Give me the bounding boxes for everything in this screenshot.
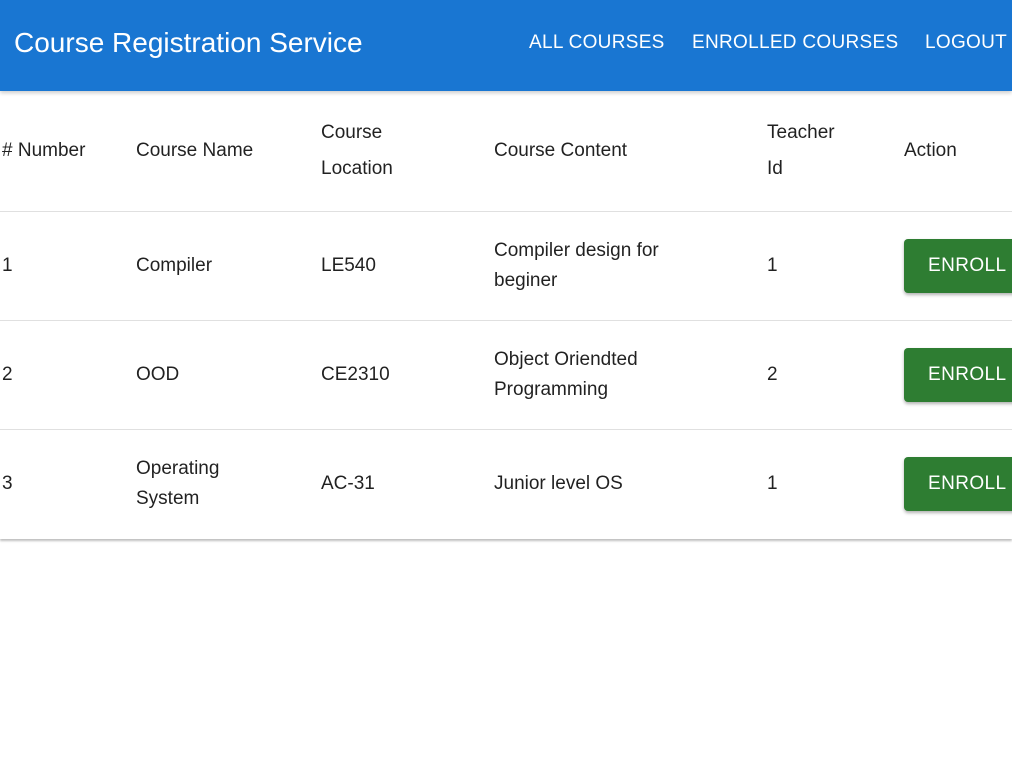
header-number: # Number bbox=[2, 140, 86, 161]
header-course-location: Course Location bbox=[321, 122, 393, 179]
nav-all-courses[interactable]: ALL COURSES bbox=[529, 31, 665, 55]
table-header-row: # Number Course Name Course Location Cou… bbox=[0, 91, 1012, 212]
enroll-button[interactable]: ENROLL bbox=[904, 239, 1012, 293]
cell-course-name: Operating System bbox=[136, 458, 220, 509]
cell-course-name: Compiler bbox=[136, 255, 213, 276]
cell-course-location: AC-31 bbox=[321, 473, 375, 494]
cell-action: ENROLL bbox=[904, 212, 1012, 320]
cell-action: ENROLL bbox=[904, 321, 1012, 429]
cell-course-location: CE2310 bbox=[321, 364, 390, 385]
cell-teacher-id: 1 bbox=[767, 255, 778, 276]
cell-number: 3 bbox=[2, 473, 13, 494]
cell-course-name: OOD bbox=[136, 364, 180, 385]
cell-course-location: LE540 bbox=[321, 255, 376, 276]
table-row: 3 Operating System AC-31 Junior level OS… bbox=[0, 430, 1012, 538]
header-course-content: Course Content bbox=[494, 140, 628, 161]
table-row: 2 OOD CE2310 Object Oriendted Programmin… bbox=[0, 321, 1012, 430]
app-title: Course Registration Service bbox=[14, 27, 363, 58]
nav-enrolled-courses[interactable]: ENROLLED COURSES bbox=[692, 31, 898, 55]
cell-course-content: Compiler design for beginer bbox=[494, 240, 659, 291]
header-course-name: Course Name bbox=[136, 140, 254, 161]
cell-teacher-id: 2 bbox=[767, 364, 778, 385]
enroll-button[interactable]: ENROLL bbox=[904, 457, 1012, 511]
courses-table: # Number Course Name Course Location Cou… bbox=[0, 91, 1012, 539]
cell-action: ENROLL bbox=[904, 430, 1012, 538]
enroll-button[interactable]: ENROLL bbox=[904, 348, 1012, 402]
nav-logout[interactable]: LOGOUT bbox=[925, 31, 1007, 55]
header-action: Action bbox=[904, 140, 957, 161]
cell-teacher-id: 1 bbox=[767, 473, 778, 494]
app-bar: Course Registration Service ALL COURSES … bbox=[0, 0, 1012, 91]
cell-number: 2 bbox=[2, 364, 13, 385]
cell-course-content: Junior level OS bbox=[494, 473, 623, 494]
cell-number: 1 bbox=[2, 255, 13, 276]
header-teacher-id: Teacher Id bbox=[767, 122, 835, 179]
cell-course-content: Object Oriendted Programming bbox=[494, 349, 638, 400]
table-row: 1 Compiler LE540 Compiler design for beg… bbox=[0, 212, 1012, 321]
